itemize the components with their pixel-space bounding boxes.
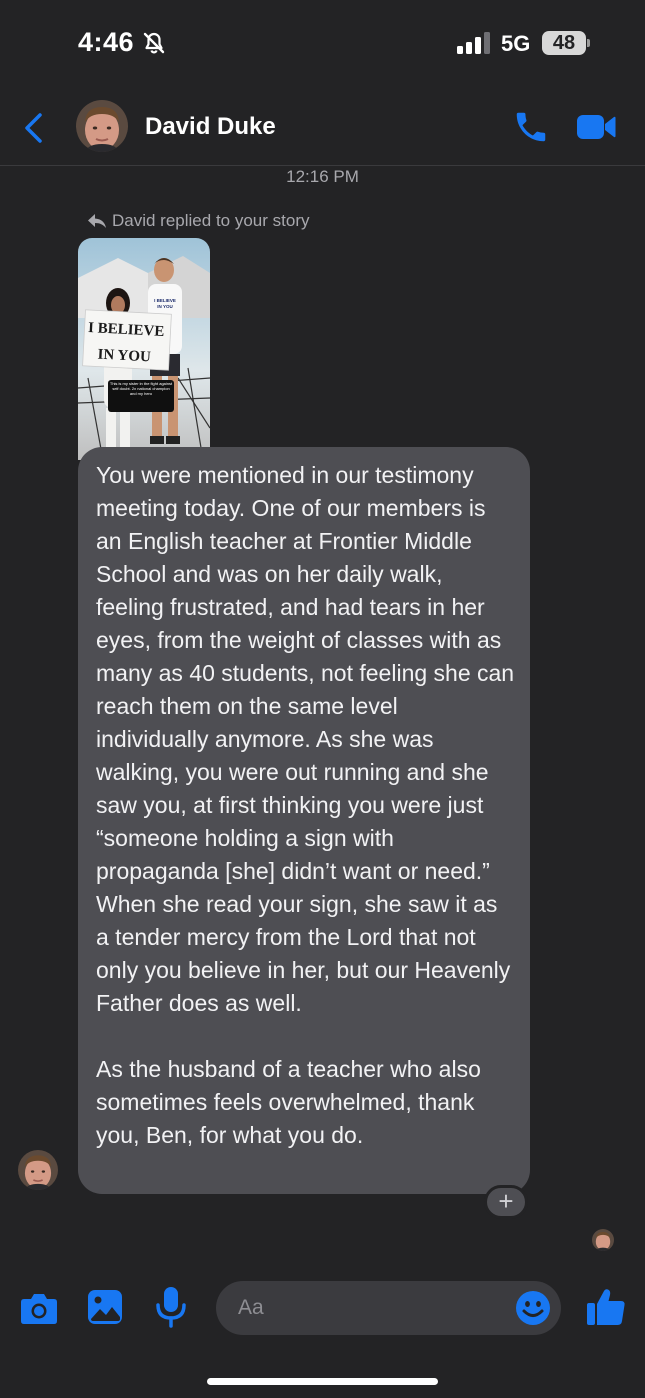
- story-thumbnail[interactable]: I BELIEVE IN YOU I BELIEVE IN YOU This i…: [78, 238, 210, 460]
- message-timestamp: 12:16 PM: [286, 167, 359, 186]
- reply-arrow-icon: [88, 214, 106, 228]
- story-image: I BELIEVE IN YOU I BELIEVE IN YOU This i…: [78, 238, 210, 460]
- message-bubble[interactable]: You were mentioned in our testimony meet…: [78, 447, 530, 1194]
- microphone-icon[interactable]: [155, 1286, 187, 1328]
- battery-cap: [587, 39, 590, 47]
- message-input[interactable]: [238, 1281, 498, 1335]
- signal-strength-icon: [457, 32, 490, 54]
- shirt-text: I BELIEVE: [154, 298, 176, 303]
- avatar-face-icon: [592, 1229, 614, 1251]
- battery-indicator: 48: [542, 31, 590, 55]
- message-composer[interactable]: [216, 1281, 561, 1335]
- home-indicator[interactable]: [207, 1378, 438, 1385]
- svg-text:IN YOU: IN YOU: [157, 304, 172, 309]
- contact-avatar[interactable]: [76, 100, 128, 152]
- avatar-face-icon: [76, 100, 128, 152]
- messenger-chat-screen: 4:46 5G 48 David Duke 12:16 PM David rep…: [0, 0, 645, 1398]
- network-type: 5G: [501, 31, 531, 56]
- video-call-icon[interactable]: [576, 112, 616, 142]
- story-reply-text: David replied to your story: [112, 211, 310, 230]
- seen-receipt-avatar: [592, 1229, 614, 1251]
- contact-name[interactable]: David Duke: [145, 113, 276, 141]
- avatar-face-icon: [18, 1150, 58, 1190]
- back-chevron-icon[interactable]: [22, 112, 46, 144]
- emoji-icon[interactable]: [515, 1290, 551, 1326]
- chat-header: David Duke: [0, 88, 645, 166]
- story-caption: This is my sister in the fight against s…: [109, 381, 173, 396]
- sign-line-2: IN YOU: [97, 347, 151, 366]
- camera-icon[interactable]: [20, 1290, 58, 1326]
- status-time: 4:46: [78, 27, 135, 57]
- add-reaction-button[interactable]: +: [484, 1185, 528, 1219]
- gallery-icon[interactable]: [87, 1289, 123, 1325]
- story-reply-note: David replied to your story: [88, 211, 309, 231]
- thumbs-up-icon[interactable]: [586, 1287, 626, 1327]
- bell-off-icon: [143, 32, 165, 54]
- battery-level: 48: [542, 31, 586, 55]
- phone-call-icon[interactable]: [512, 108, 550, 146]
- sender-avatar[interactable]: [18, 1150, 58, 1190]
